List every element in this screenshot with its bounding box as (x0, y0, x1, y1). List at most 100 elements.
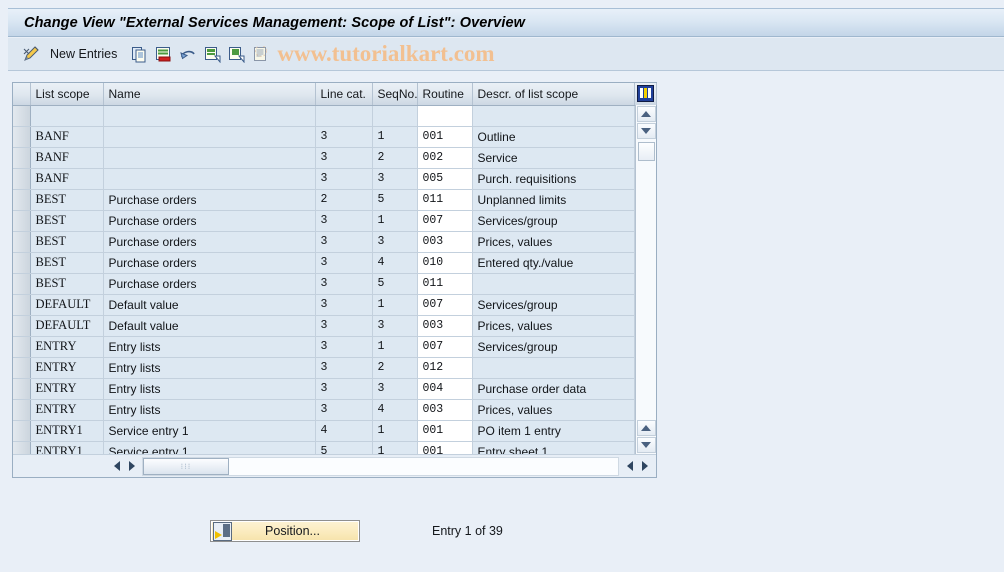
cell-descr[interactable]: Outline (472, 126, 635, 148)
hscroll-left-button[interactable] (109, 458, 124, 475)
cell-seqno[interactable]: 3 (372, 315, 418, 337)
cell-line-cat[interactable]: 3 (315, 378, 373, 400)
cell-line-cat[interactable] (315, 105, 373, 127)
table-row[interactable]: DEFAULT Default value 3 1 007 Services/group (13, 294, 656, 316)
cell-line-cat[interactable]: 3 (315, 252, 373, 274)
cell-list-scope[interactable]: BEST (30, 273, 104, 295)
table-row[interactable]: ENTRY1 Service entry 1 4 1 001 PO item 1 entr… (13, 420, 656, 442)
cell-name[interactable]: Service entry 1 (103, 420, 316, 442)
undo-icon[interactable] (179, 46, 197, 63)
cell-list-scope[interactable] (30, 105, 104, 127)
table-row[interactable]: BEST Purchase orders 3 5 011 (13, 273, 656, 295)
cell-name[interactable]: Entry lists (103, 357, 316, 379)
cell-line-cat[interactable]: 4 (315, 420, 373, 442)
table-row[interactable]: BEST Purchase orders 2 5 011 Unplanned limits (13, 189, 656, 211)
cell-routine[interactable]: 003 (417, 315, 473, 337)
cell-descr[interactable]: Services/group (472, 336, 635, 358)
cell-seqno[interactable]: 1 (372, 420, 418, 442)
cell-routine[interactable] (417, 105, 473, 127)
cell-seqno[interactable]: 1 (372, 294, 418, 316)
cell-routine[interactable]: 001 (417, 420, 473, 442)
cell-routine[interactable]: 007 (417, 294, 473, 316)
row-selector-cell[interactable] (13, 336, 31, 358)
cell-routine[interactable]: 005 (417, 168, 473, 190)
table-row[interactable]: ENTRY Entry lists 3 4 003 Prices, values (13, 399, 656, 421)
cell-seqno[interactable]: 4 (372, 252, 418, 274)
cell-name[interactable]: Entry lists (103, 399, 316, 421)
column-header-descr-of-list-scope[interactable]: Descr. of list scope (472, 83, 635, 106)
cell-descr[interactable]: Unplanned limits (472, 189, 635, 211)
cell-routine[interactable]: 007 (417, 336, 473, 358)
row-selector-cell[interactable] (13, 420, 31, 442)
vertical-scroll-thumb[interactable] (637, 142, 655, 161)
row-selector-cell[interactable] (13, 147, 31, 169)
cell-name[interactable]: Purchase orders (103, 273, 316, 295)
table-row[interactable]: ENTRY Entry lists 3 3 004 Purchase order data (13, 378, 656, 400)
cell-routine[interactable]: 011 (417, 189, 473, 211)
cell-name[interactable]: Purchase orders (103, 210, 316, 232)
table-row[interactable]: ENTRY Entry lists 3 1 007 Services/group (13, 336, 656, 358)
row-selector-cell[interactable] (13, 378, 31, 400)
select-all-icon[interactable] (204, 46, 221, 63)
cell-line-cat[interactable]: 3 (315, 273, 373, 295)
cell-name[interactable]: Entry lists (103, 378, 316, 400)
cell-line-cat[interactable]: 3 (315, 147, 373, 169)
cell-list-scope[interactable]: BANF (30, 126, 104, 148)
cell-name[interactable] (103, 147, 316, 169)
cell-name[interactable]: Purchase orders (103, 231, 316, 253)
cell-descr[interactable]: Service (472, 147, 635, 169)
cell-list-scope[interactable]: ENTRY (30, 378, 104, 400)
row-selector-cell[interactable] (13, 315, 31, 337)
row-selector-cell[interactable] (13, 189, 31, 211)
grid-vertical-scrollbar[interactable] (635, 105, 656, 455)
cell-list-scope[interactable]: BEST (30, 231, 104, 253)
cell-seqno[interactable]: 1 (372, 126, 418, 148)
cell-descr[interactable]: Services/group (472, 294, 635, 316)
copy-icon[interactable] (131, 46, 148, 63)
row-selector-cell[interactable] (13, 231, 31, 253)
cell-name[interactable]: Default value (103, 315, 316, 337)
new-entries-label[interactable]: New Entries (50, 47, 117, 61)
cell-routine[interactable]: 012 (417, 357, 473, 379)
cell-routine[interactable]: 010 (417, 252, 473, 274)
cell-seqno[interactable]: 2 (372, 147, 418, 169)
cell-list-scope[interactable]: BANF (30, 147, 104, 169)
table-row[interactable]: BEST Purchase orders 3 1 007 Services/group (13, 210, 656, 232)
cell-line-cat[interactable]: 2 (315, 189, 373, 211)
cell-seqno[interactable]: 1 (372, 336, 418, 358)
horizontal-scroll-thumb[interactable]: ⁝⁝⁝ (143, 457, 229, 475)
column-header-list-scope[interactable]: List scope (30, 83, 104, 106)
table-row[interactable]: BANF 3 3 005 Purch. requisitions (13, 168, 656, 190)
row-selector-cell[interactable] (13, 357, 31, 379)
cell-seqno[interactable]: 4 (372, 399, 418, 421)
table-row[interactable] (13, 105, 656, 127)
cell-descr[interactable] (472, 357, 635, 379)
scroll-up-button[interactable] (636, 106, 656, 122)
cell-name[interactable]: Purchase orders (103, 252, 316, 274)
hscroll-page-left-button[interactable] (622, 458, 637, 475)
cell-descr[interactable]: Entered qty./value (472, 252, 635, 274)
table-row[interactable]: BEST Purchase orders 3 4 010 Entered qty./val… (13, 252, 656, 274)
column-header-seqno[interactable]: SeqNo. (372, 83, 418, 106)
deselect-all-icon[interactable] (228, 46, 245, 63)
cell-list-scope[interactable]: BEST (30, 189, 104, 211)
cell-descr[interactable]: Prices, values (472, 399, 635, 421)
hscroll-right-button[interactable] (124, 458, 139, 475)
row-selector-cell[interactable] (13, 168, 31, 190)
table-settings-header-cell[interactable] (634, 83, 657, 106)
column-header-name[interactable]: Name (103, 83, 316, 106)
cell-name[interactable] (103, 126, 316, 148)
row-selector-cell[interactable] (13, 126, 31, 148)
cell-line-cat[interactable]: 3 (315, 357, 373, 379)
page-down-button[interactable] (636, 437, 656, 453)
cell-line-cat[interactable]: 3 (315, 294, 373, 316)
cell-routine[interactable]: 002 (417, 147, 473, 169)
cell-routine[interactable]: 003 (417, 399, 473, 421)
cell-descr[interactable]: Prices, values (472, 315, 635, 337)
cell-routine[interactable]: 001 (417, 126, 473, 148)
table-row[interactable]: ENTRY Entry lists 3 2 012 (13, 357, 656, 379)
cell-line-cat[interactable]: 3 (315, 315, 373, 337)
cell-seqno[interactable]: 3 (372, 168, 418, 190)
cell-seqno[interactable]: 3 (372, 378, 418, 400)
select-all-column-header[interactable] (13, 83, 31, 106)
